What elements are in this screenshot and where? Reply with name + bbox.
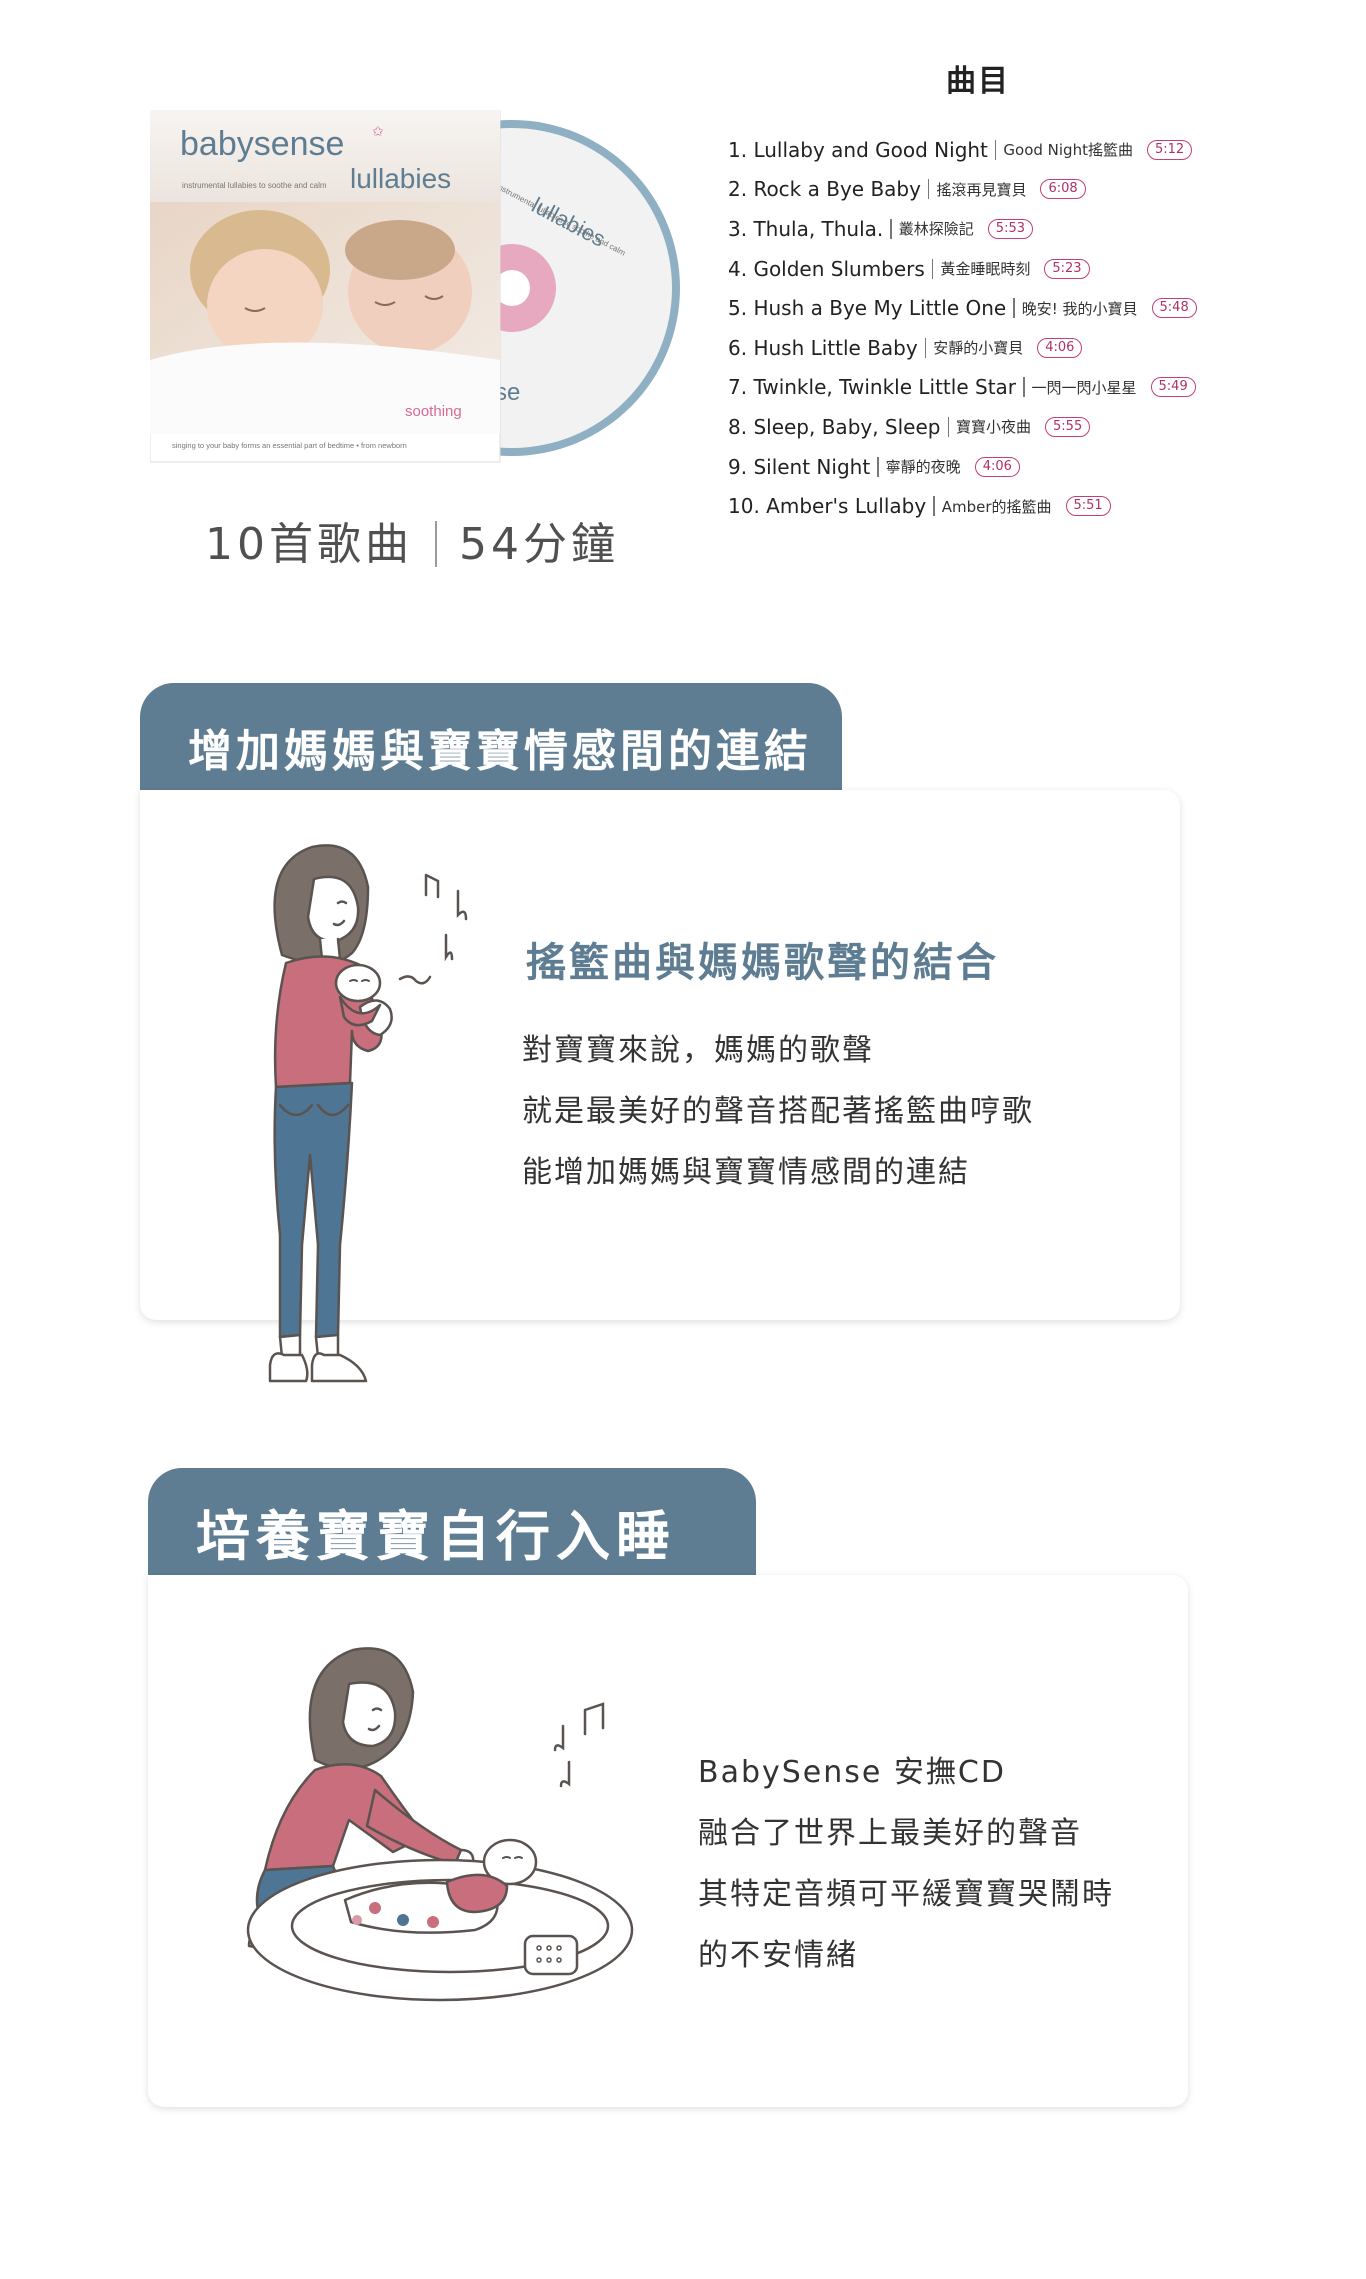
track-item: 2. Rock a Bye Baby 搖滾再見寶貝 6:08 bbox=[728, 170, 1197, 210]
star-icon: ✩ bbox=[372, 124, 384, 140]
tracklist: 1. Lullaby and Good Night Good Night搖籃曲 5:… bbox=[728, 130, 1197, 526]
track-item: 9. Silent Night 寧靜的夜晚 4:06 bbox=[728, 447, 1197, 487]
track-duration-badge: 5:55 bbox=[1045, 416, 1091, 437]
track-divider bbox=[877, 456, 879, 477]
cover-badge: soothing bbox=[405, 403, 462, 420]
track-title: 10. Amber's Lullaby bbox=[728, 494, 927, 519]
cover-brand: babysense bbox=[180, 125, 344, 163]
track-duration-badge: 4:06 bbox=[974, 456, 1020, 477]
track-item: 7. Twinkle, Twinkle Little Star 一閃一閃小星星 5:… bbox=[728, 368, 1197, 408]
sleeping-babies-photo bbox=[150, 202, 500, 434]
cover-footer: singing to your baby forms an essential … bbox=[172, 441, 407, 450]
track-title: 1. Lullaby and Good Night bbox=[728, 137, 988, 162]
mother-baby-crib-illustration bbox=[246, 1647, 634, 2002]
track-item: 3. Thula, Thula. 叢林探險記 5:53 bbox=[728, 209, 1197, 249]
track-divider bbox=[1023, 377, 1025, 398]
track-item: 5. Hush a Bye My Little One 晚安! 我的小寶貝 5:48 bbox=[728, 288, 1197, 328]
track-subtitle: 搖滾再見寶貝 bbox=[936, 180, 1027, 199]
section1-line: 能增加媽媽與寶寶情感間的連結 bbox=[522, 1155, 970, 1190]
section1-line: 對寶寶來說，媽媽的歌聲 bbox=[522, 1033, 874, 1068]
album-cover-image: lullabies instrumental lullabies to soot… bbox=[150, 110, 680, 463]
track-divider bbox=[994, 139, 997, 160]
track-duration-badge: 5:49 bbox=[1150, 377, 1196, 398]
section1-heading: 搖籃曲與媽媽歌聲的結合 bbox=[526, 940, 999, 986]
track-item: 4. Golden Slumbers 黃金睡眠時刻 5:23 bbox=[728, 249, 1197, 289]
album-summary: 10首歌曲 54分鐘 bbox=[205, 508, 619, 572]
track-divider bbox=[947, 416, 949, 437]
track-duration-badge: 4:06 bbox=[1037, 337, 1083, 358]
summary-divider bbox=[435, 521, 437, 567]
section2-body: BabySense 安撫CD 融合了世界上最美好的聲音 其特定音頻可平緩寶寶哭鬧… bbox=[698, 1742, 1114, 1986]
section1-tab-title: 增加媽媽與寶寶情感間的連結 bbox=[140, 683, 842, 791]
track-subtitle: 黃金睡眠時刻 bbox=[940, 260, 1031, 279]
track-duration-badge: 5:48 bbox=[1151, 298, 1197, 319]
track-title: 2. Rock a Bye Baby bbox=[728, 177, 921, 202]
track-duration-badge: 5:51 bbox=[1065, 496, 1111, 517]
cover-tagline: instrumental lullabies to soothe and cal… bbox=[182, 181, 327, 190]
cover-product: lullabies bbox=[350, 163, 451, 194]
track-title: 6. Hush Little Baby bbox=[728, 335, 918, 360]
track-title: 8. Sleep, Baby, Sleep bbox=[728, 414, 941, 439]
total-duration: 54分鐘 bbox=[459, 519, 619, 570]
track-title: 4. Golden Slumbers bbox=[728, 256, 925, 281]
track-subtitle: 晚安! 我的小寶貝 bbox=[1021, 299, 1138, 318]
section1-line: 就是最美好的聲音搭配著搖籃曲哼歌 bbox=[522, 1094, 1034, 1129]
track-item: 10. Amber's Lullaby Amber的搖籃曲 5:51 bbox=[728, 486, 1197, 526]
track-subtitle: 安靜的小寶貝 bbox=[933, 339, 1024, 358]
track-title: 7. Twinkle, Twinkle Little Star bbox=[728, 375, 1017, 400]
track-subtitle: 叢林探險記 bbox=[898, 220, 974, 239]
tracklist-heading: 曲目 bbox=[946, 64, 1010, 99]
track-divider bbox=[931, 258, 934, 279]
music-note-icon bbox=[398, 873, 468, 985]
track-title: 9. Silent Night bbox=[728, 454, 871, 479]
section2-line: 融合了世界上最美好的聲音 bbox=[698, 1816, 1082, 1851]
track-divider bbox=[933, 496, 935, 517]
track-item: 6. Hush Little Baby 安靜的小寶貝 4:06 bbox=[728, 328, 1197, 368]
mother-singing-illustration bbox=[268, 844, 468, 1383]
track-subtitle: Good Night搖籃曲 bbox=[1003, 141, 1133, 160]
track-item: 8. Sleep, Baby, Sleep 寶寶小夜曲 5:55 bbox=[728, 407, 1197, 447]
track-duration-badge: 6:08 bbox=[1040, 179, 1086, 200]
track-duration-badge: 5:23 bbox=[1044, 258, 1090, 279]
track-divider bbox=[890, 218, 892, 239]
track-count: 10首歌曲 bbox=[205, 519, 413, 570]
track-divider bbox=[1013, 298, 1015, 319]
track-duration-badge: 5:53 bbox=[987, 218, 1033, 239]
section2-tab-title: 培養寶寶自行入睡 bbox=[148, 1468, 756, 1576]
track-divider bbox=[924, 337, 927, 358]
section2-line: 其特定音頻可平緩寶寶哭鬧時 bbox=[698, 1877, 1114, 1912]
track-divider bbox=[927, 179, 930, 200]
track-item: 1. Lullaby and Good Night Good Night搖籃曲 5:… bbox=[728, 130, 1197, 170]
section2-line: 的不安情緒 bbox=[698, 1938, 858, 1973]
track-subtitle: Amber的搖籃曲 bbox=[941, 497, 1052, 516]
music-note-icon bbox=[553, 1702, 605, 1788]
track-subtitle: 寶寶小夜曲 bbox=[956, 418, 1032, 437]
track-title: 5. Hush a Bye My Little One bbox=[728, 296, 1007, 321]
section1-body: 對寶寶來說，媽媽的歌聲 就是最美好的聲音搭配著搖籃曲哼歌 能增加媽媽與寶寶情感間… bbox=[522, 1020, 1034, 1203]
track-duration-badge: 5:12 bbox=[1146, 139, 1193, 160]
track-title: 3. Thula, Thula. bbox=[728, 216, 884, 241]
cd-cover: babysense ✩ lullabies instrumental lulla… bbox=[150, 110, 501, 463]
track-subtitle: 寧靜的夜晚 bbox=[885, 458, 961, 477]
section2-line: BabySense 安撫CD bbox=[698, 1755, 1006, 1790]
track-subtitle: 一閃一閃小星星 bbox=[1031, 378, 1137, 397]
